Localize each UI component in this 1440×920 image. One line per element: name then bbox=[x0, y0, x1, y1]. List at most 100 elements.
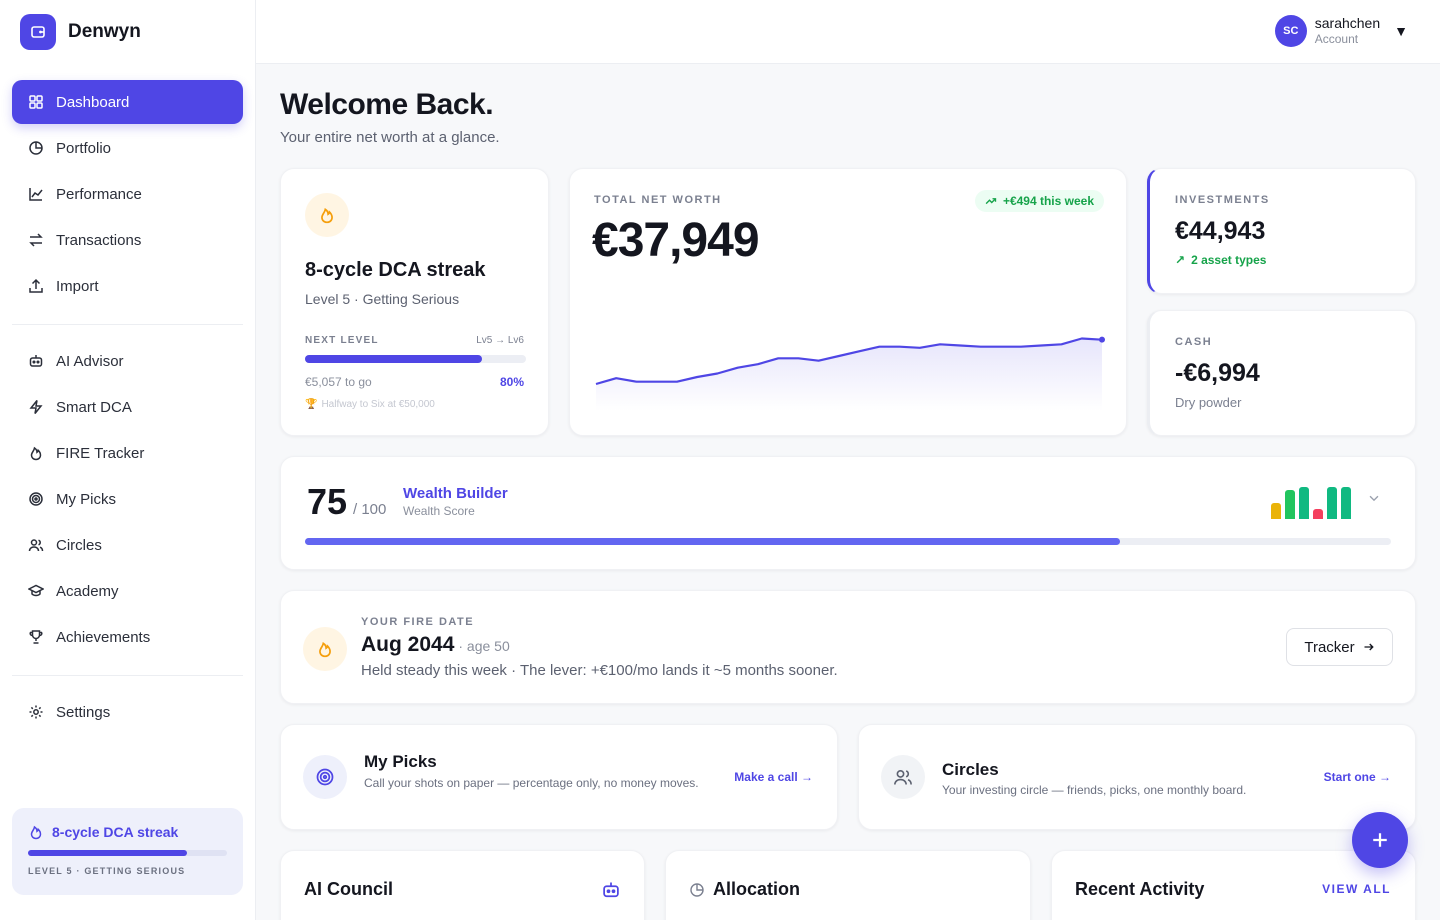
robot-icon bbox=[29, 355, 43, 367]
main-nav: Dashboard Portfolio Performance Transact… bbox=[12, 80, 243, 736]
nav-label: AI Advisor bbox=[56, 352, 124, 370]
nav-item-performance[interactable]: Performance bbox=[12, 172, 243, 216]
asset-types-text: 2 asset types bbox=[1191, 253, 1267, 267]
nav-item-achievements[interactable]: Achievements bbox=[12, 615, 243, 659]
investments-card[interactable]: INVESTMENTS €44,943 ↗ 2 asset types bbox=[1147, 168, 1416, 294]
brand[interactable]: Denwyn bbox=[20, 14, 141, 50]
circles-card[interactable]: Circles Your investing circle — friends,… bbox=[858, 724, 1416, 830]
pie-icon bbox=[29, 141, 43, 155]
fire-date-row: Aug 2044 · age 50 bbox=[361, 633, 510, 657]
nav-item-transactions[interactable]: Transactions bbox=[12, 218, 243, 262]
nav-item-circles[interactable]: Circles bbox=[12, 523, 243, 567]
flame-icon bbox=[305, 193, 349, 237]
investments-sub: ↗ 2 asset types bbox=[1175, 253, 1266, 267]
net-worth-value: €37,949 bbox=[592, 214, 760, 267]
page-title: Welcome Back. bbox=[280, 88, 494, 121]
cash-card[interactable]: CASH -€6,994 Dry powder bbox=[1147, 310, 1416, 436]
score-bar bbox=[1341, 487, 1351, 519]
fire-date-label: YOUR FIRE DATE bbox=[361, 616, 475, 628]
allocation-title: Allocation bbox=[713, 879, 801, 899]
nav-item-academy[interactable]: Academy bbox=[12, 569, 243, 613]
user-sub: Account bbox=[1314, 32, 1359, 46]
my-picks-title: My Picks bbox=[364, 752, 437, 771]
arrow-up-right-icon: ↗ bbox=[1175, 253, 1186, 267]
wealth-score-card[interactable]: 75 / 100 Wealth Builder Wealth Score bbox=[280, 456, 1416, 570]
avatar: SC bbox=[1274, 15, 1307, 47]
net-worth-label: TOTAL NET WORTH bbox=[594, 194, 722, 206]
nav-item-fire-tracker[interactable]: FIRE Tracker bbox=[12, 431, 243, 475]
trophy-icon bbox=[29, 630, 43, 644]
milestone-text: Halfway to Six at €50,000 bbox=[321, 399, 435, 410]
wealth-score-progress bbox=[305, 538, 1391, 545]
view-all-link[interactable]: VIEW ALL bbox=[1322, 882, 1391, 896]
my-picks-card[interactable]: My Picks Call your shots on paper — perc… bbox=[280, 724, 838, 830]
progress-fill bbox=[305, 355, 482, 363]
tracker-button-label: Tracker bbox=[1304, 638, 1355, 656]
nav-item-import[interactable]: Import bbox=[12, 264, 243, 308]
wealth-score-max: / 100 bbox=[353, 501, 387, 518]
sidebar-streak-title: 8-cycle DCA streak bbox=[52, 824, 179, 840]
trophy-icon: 🏆 bbox=[305, 399, 318, 410]
net-worth-sparkline bbox=[595, 336, 1105, 411]
circles-description: Your investing circle — friends, picks, … bbox=[942, 783, 1247, 797]
fire-age: · age 50 bbox=[458, 638, 510, 654]
nav-item-portfolio[interactable]: Portfolio bbox=[12, 126, 243, 170]
nav-label: Circles bbox=[56, 536, 102, 554]
cash-sub: Dry powder bbox=[1175, 395, 1242, 410]
wealth-score-sub: Wealth Score bbox=[403, 504, 475, 518]
users-icon bbox=[881, 755, 925, 799]
nav-divider bbox=[12, 675, 243, 676]
allocation-card[interactable]: Allocation bbox=[665, 850, 1031, 920]
net-worth-card: TOTAL NET WORTH +€494 this week €37,949 bbox=[569, 168, 1127, 436]
next-level-label: NEXT LEVEL bbox=[305, 335, 379, 346]
nav-item-my-picks[interactable]: My Picks bbox=[12, 477, 243, 521]
flame-icon bbox=[30, 446, 42, 461]
flame-icon bbox=[303, 627, 347, 671]
sidebar: Denwyn Dashboard Portfolio Performance T… bbox=[0, 0, 256, 920]
nav-item-smart-dca[interactable]: Smart DCA bbox=[12, 385, 243, 429]
start-one-link[interactable]: Start one → bbox=[1324, 770, 1391, 784]
allocation-header: Allocation bbox=[689, 879, 800, 900]
make-a-call-link[interactable]: Make a call → bbox=[734, 770, 813, 784]
sidebar-streak-progress bbox=[28, 850, 227, 856]
streak-card[interactable]: 8-cycle DCA streak Level 5 · Getting Ser… bbox=[280, 168, 549, 436]
nav-label: Smart DCA bbox=[56, 398, 132, 416]
tracker-button[interactable]: Tracker bbox=[1286, 628, 1393, 666]
nav-item-settings[interactable]: Settings bbox=[12, 690, 243, 734]
ai-council-card[interactable]: AI Council bbox=[280, 850, 645, 920]
score-bar bbox=[1313, 509, 1323, 519]
account-menu[interactable]: SC sarahchen Account ▼ bbox=[1274, 15, 1408, 47]
chevron-down-icon[interactable] bbox=[1367, 491, 1381, 510]
ai-council-title: AI Council bbox=[304, 879, 393, 899]
level-range: Lv5 → Lv6 bbox=[476, 335, 524, 346]
progress-fill bbox=[305, 538, 1120, 545]
streak-level: Level 5 · Getting Serious bbox=[305, 291, 460, 307]
add-fab-button[interactable] bbox=[1352, 812, 1408, 868]
nav-item-dashboard[interactable]: Dashboard bbox=[12, 80, 243, 124]
progress-fill bbox=[28, 850, 188, 856]
brand-name: Denwyn bbox=[68, 21, 141, 42]
circles-title: Circles bbox=[942, 760, 999, 779]
nav-item-ai-advisor[interactable]: AI Advisor bbox=[12, 339, 243, 383]
nav-label: Settings bbox=[56, 703, 111, 721]
nav-divider bbox=[12, 324, 243, 325]
bolt-icon bbox=[29, 400, 43, 414]
wealth-score-value: 75 bbox=[307, 481, 348, 522]
streak-title: 8-cycle DCA streak bbox=[305, 259, 486, 281]
wealth-score-title: Wealth Builder bbox=[403, 485, 508, 502]
investments-label: INVESTMENTS bbox=[1175, 194, 1270, 206]
weekly-change-text: +€494 this week bbox=[1002, 194, 1094, 208]
score-bar bbox=[1271, 503, 1281, 519]
chart-icon bbox=[29, 188, 43, 201]
sidebar-streak-level: LEVEL 5 · GETTING SERIOUS bbox=[28, 866, 186, 876]
fire-date-value: Aug 2044 bbox=[361, 633, 455, 656]
sparkline-area bbox=[596, 338, 1102, 411]
target-icon bbox=[29, 492, 43, 506]
nav-label: Dashboard bbox=[56, 93, 130, 111]
nav-label: Transactions bbox=[56, 231, 142, 249]
score-bar bbox=[1299, 487, 1309, 519]
to-go-amount: €5,057 to go bbox=[305, 375, 372, 389]
nav-label: Performance bbox=[56, 185, 142, 203]
target-icon bbox=[303, 755, 347, 799]
sidebar-streak-widget[interactable]: 8-cycle DCA streak LEVEL 5 · GETTING SER… bbox=[12, 808, 243, 895]
